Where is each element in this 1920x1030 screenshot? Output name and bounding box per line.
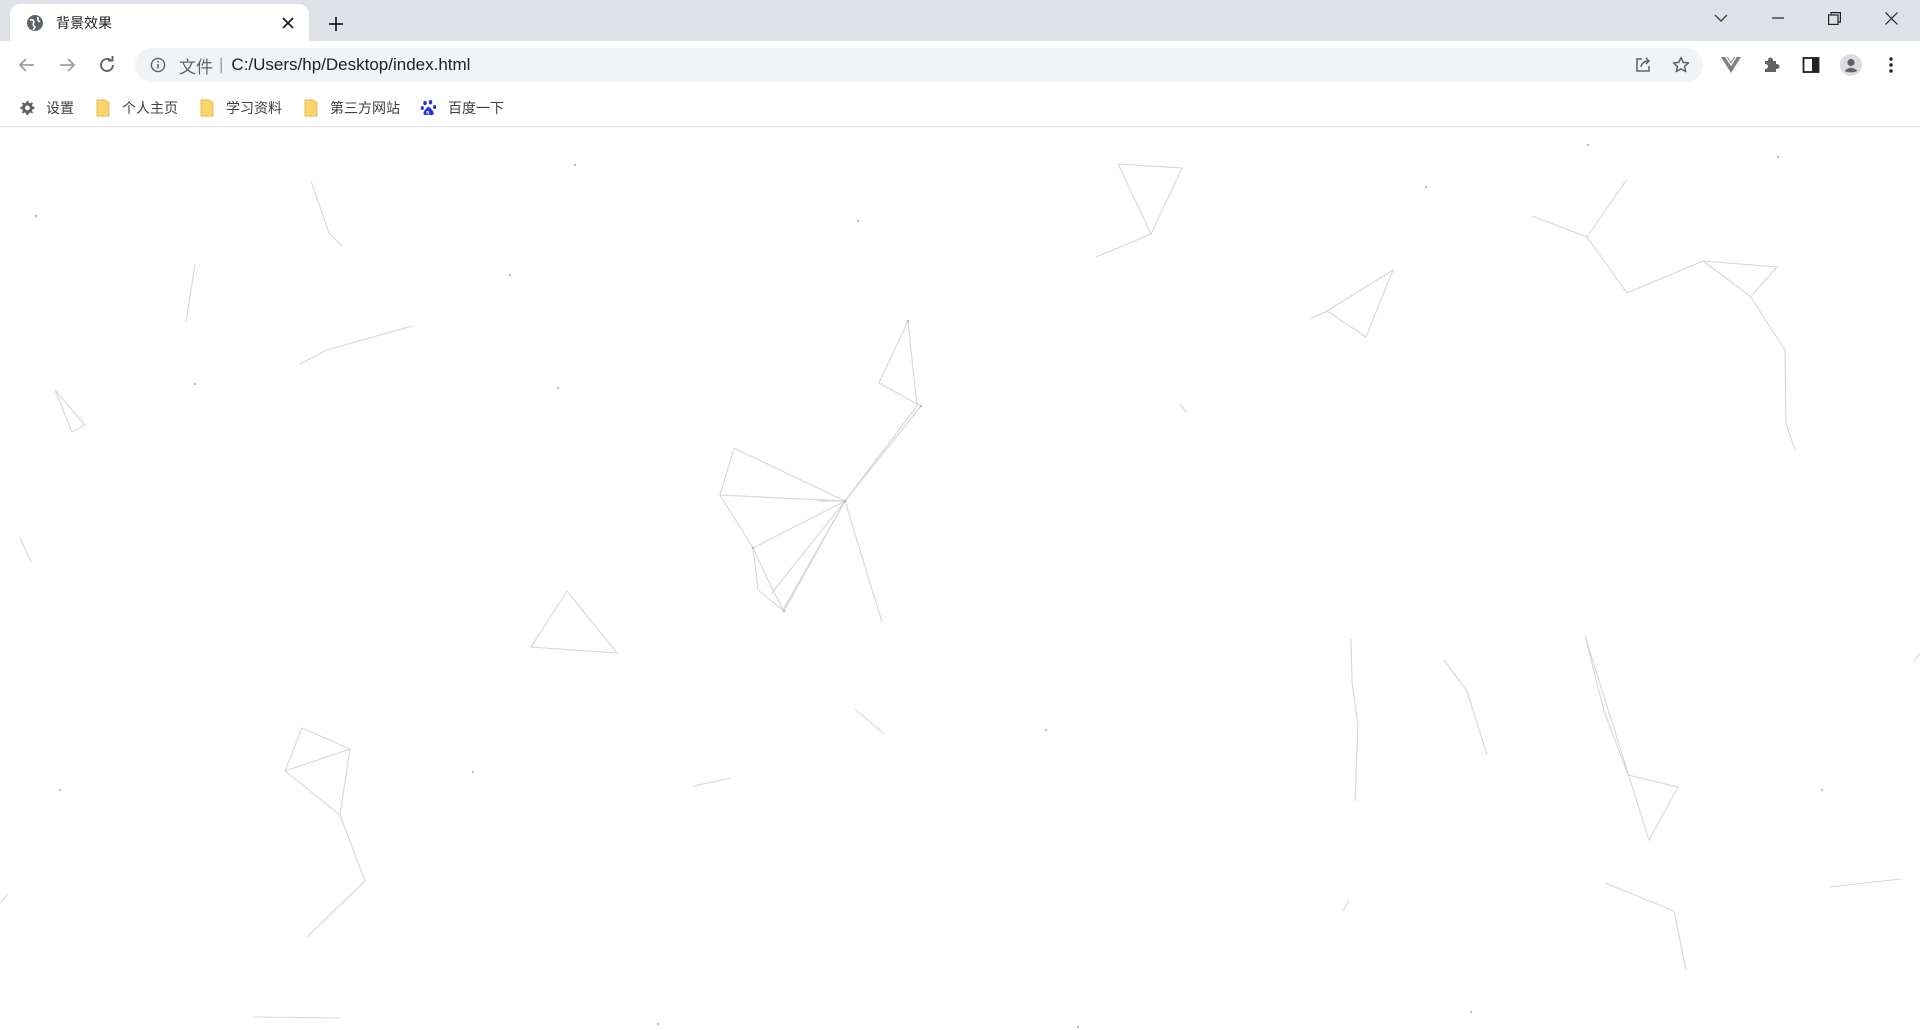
browser-toolbar: 文件 | C:/Users/hp/Desktop/index.html <box>0 41 1920 89</box>
profile-avatar-icon[interactable] <box>1835 49 1867 81</box>
tab-title: 背景效果 <box>56 14 112 31</box>
globe-icon <box>26 14 44 32</box>
restore-icon <box>1828 11 1841 25</box>
minimize-icon <box>1771 17 1784 19</box>
folder-icon <box>198 99 216 117</box>
folder-icon <box>94 99 112 117</box>
chip-separator: | <box>219 55 224 74</box>
reload-button[interactable] <box>91 49 123 81</box>
back-button[interactable] <box>11 49 43 81</box>
gear-icon <box>18 99 36 117</box>
tab-strip: 背景效果 <box>0 0 1920 41</box>
toolbar-actions <box>1715 49 1907 81</box>
close-icon <box>1885 11 1898 25</box>
page-viewport <box>0 128 1920 1030</box>
folder-icon <box>302 99 320 117</box>
bookmark-label: 个人主页 <box>122 99 178 116</box>
scheme-chip: 文件 <box>179 57 213 77</box>
close-icon[interactable] <box>277 12 299 34</box>
active-tab[interactable]: 背景效果 <box>10 4 309 41</box>
extensions-puzzle-icon[interactable] <box>1755 49 1787 81</box>
reload-icon <box>100 56 114 72</box>
bookmark-label: 第三方网站 <box>330 99 400 116</box>
forward-arrow-icon <box>60 58 76 72</box>
baidu-paw-icon <box>420 99 438 117</box>
bookmark-folder-personal[interactable]: 个人主页 <box>92 93 186 123</box>
bookmark-label: 百度一下 <box>448 99 504 116</box>
plus-icon <box>329 17 343 31</box>
close-window-button[interactable] <box>1863 0 1920 36</box>
info-icon[interactable] <box>147 54 169 76</box>
back-arrow-icon <box>18 58 34 72</box>
side-panel-icon[interactable] <box>1795 49 1827 81</box>
bookmark-label: 设置 <box>46 99 74 116</box>
tab-search-button[interactable] <box>1692 0 1749 36</box>
address-bar[interactable]: 文件 | C:/Users/hp/Desktop/index.html <box>135 48 1703 82</box>
window-controls <box>1692 0 1920 36</box>
bookmark-settings[interactable]: 设置 <box>16 93 82 123</box>
chevron-down-icon <box>1714 14 1727 22</box>
bookmark-star-icon[interactable] <box>1669 53 1693 77</box>
share-icon[interactable] <box>1631 53 1655 77</box>
bookmarks-bar: 设置 个人主页 学习资料 第三方网站 百度一下 <box>0 89 1920 127</box>
minimize-button[interactable] <box>1749 0 1806 36</box>
forward-button[interactable] <box>51 49 83 81</box>
bookmark-label: 学习资料 <box>226 99 282 116</box>
bookmark-folder-third-party[interactable]: 第三方网站 <box>300 93 408 123</box>
new-tab-button[interactable] <box>322 10 350 38</box>
particle-network-canvas <box>0 143 1920 1029</box>
vue-devtools-icon[interactable] <box>1715 49 1747 81</box>
restore-button[interactable] <box>1806 0 1863 36</box>
bookmark-folder-study[interactable]: 学习资料 <box>196 93 290 123</box>
bookmark-baidu[interactable]: 百度一下 <box>418 93 512 123</box>
more-menu-icon[interactable] <box>1875 49 1907 81</box>
url-text[interactable]: C:/Users/hp/Desktop/index.html <box>231 55 470 75</box>
